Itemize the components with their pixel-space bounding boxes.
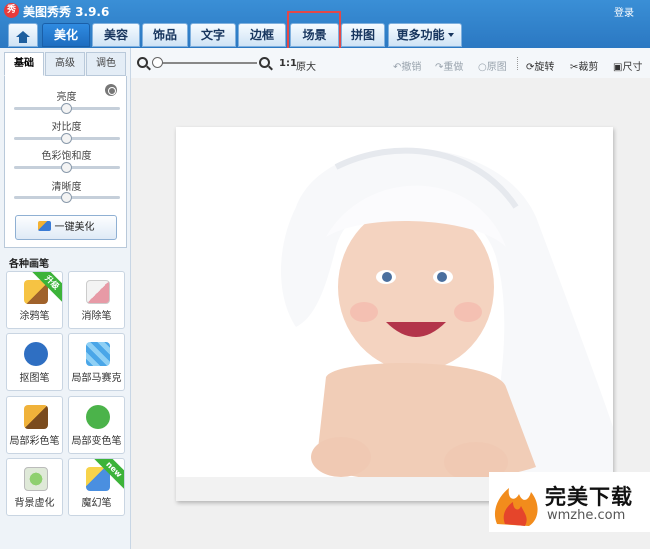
site-watermark: 完美下载 wmzhe.com [489, 472, 650, 532]
redo-button[interactable]: ↷重做 [435, 58, 463, 73]
undo-label: 撤销 [401, 62, 422, 73]
one-key-beautify-button[interactable]: 一键美化 [15, 215, 117, 240]
brush-mosaic[interactable]: 局部马赛克 [68, 333, 125, 391]
brightness-label: 亮度 [56, 92, 77, 103]
home-icon [16, 31, 30, 43]
rotate-label: 旋转 [534, 62, 555, 73]
scene-tab-highlight-box [287, 11, 341, 53]
brush-label: 局部彩色笔 [9, 436, 60, 447]
tab-home[interactable] [8, 23, 38, 47]
edited-photo [176, 127, 613, 501]
toolbar-divider [517, 57, 518, 70]
contrast-label: 对比度 [51, 122, 82, 133]
zoom-slider[interactable] [157, 62, 257, 64]
slider-knob[interactable] [61, 192, 72, 203]
brush-background-blur[interactable]: 背景虚化 [6, 458, 63, 516]
background-blur-icon [24, 467, 48, 491]
zoom-in-icon[interactable] [259, 57, 270, 68]
saturation-label: 色彩饱和度 [41, 151, 92, 162]
app-logo-icon: 秀 [4, 3, 19, 18]
original-image-button[interactable]: ○原图 [478, 58, 507, 73]
resize-button[interactable]: ▣尺寸 [613, 58, 642, 73]
slider-knob[interactable] [61, 162, 72, 173]
tab-more-functions[interactable]: 更多功能 [388, 23, 462, 47]
basic-adjust-panel: 亮度 对比度 色彩饱和度 清晰度 一键美化 [4, 76, 127, 248]
eraser-icon [86, 280, 110, 304]
original-image-icon: ○ [478, 62, 487, 73]
contrast-slider[interactable] [14, 133, 120, 144]
cutout-pen-icon [24, 342, 48, 366]
magic-wand-icon [37, 221, 51, 231]
brush-label: 局部马赛克 [71, 373, 122, 384]
tab-beautify[interactable]: 美化 [42, 23, 90, 47]
original-size-button[interactable]: 原大 [296, 58, 316, 73]
subtab-advanced[interactable]: 高级 [45, 52, 85, 76]
subtab-color[interactable]: 调色 [86, 52, 126, 76]
subtab-bar: 基础 高级 调色 [4, 52, 127, 76]
brightness-slider[interactable] [14, 103, 120, 114]
app-title: 美图秀秀 3.9.6 [23, 5, 110, 19]
ratio-label[interactable]: 1:1 [279, 58, 297, 69]
rotate-button[interactable]: ⟳旋转 [526, 58, 554, 73]
redo-label: 重做 [443, 62, 464, 73]
login-link[interactable]: 登录 [614, 4, 634, 19]
brushes-section-title: 各种画笔 [9, 259, 49, 270]
watermark-url: wmzhe.com [547, 508, 626, 523]
brush-label: 魔幻笔 [81, 498, 112, 509]
tab-more-label: 更多功能 [396, 28, 445, 42]
tab-frame[interactable]: 边框 [238, 23, 286, 47]
baby-photo [176, 147, 613, 501]
image-toolbar: 1:1 原大 ↶撤销 ↷重做 ○原图 ⟳旋转 ✂裁剪 ▣尺寸 [131, 48, 650, 78]
original-image-label: 原图 [486, 62, 507, 73]
watermark-name: 完美下载 [545, 485, 633, 509]
tab-accessories[interactable]: 饰品 [142, 23, 188, 47]
brush-label: 抠图笔 [19, 373, 50, 384]
crop-button[interactable]: ✂裁剪 [570, 58, 598, 73]
slider-knob[interactable] [61, 103, 72, 114]
zoom-out-icon[interactable] [137, 57, 148, 68]
brush-eraser[interactable]: 消除笔 [68, 271, 125, 329]
brush-label: 涂鸦笔 [19, 311, 50, 322]
paint-brush-icon [24, 405, 48, 429]
one-key-label: 一键美化 [54, 222, 95, 233]
brush-doodle[interactable]: 升级 涂鸦笔 [6, 271, 63, 329]
slider-knob[interactable] [61, 133, 72, 144]
crop-label: 裁剪 [578, 62, 599, 73]
tab-collage[interactable]: 拼图 [341, 23, 385, 47]
brush-cutout[interactable]: 抠图笔 [6, 333, 63, 391]
mosaic-icon [86, 342, 110, 366]
sharpness-slider[interactable] [14, 192, 120, 203]
brush-recolor[interactable]: 局部变色笔 [68, 396, 125, 454]
brush-label: 消除笔 [81, 311, 112, 322]
brush-magic[interactable]: new 魔幻笔 [68, 458, 125, 516]
brush-label: 背景虚化 [14, 498, 55, 509]
subtab-basic[interactable]: 基础 [4, 52, 44, 76]
flame-logo-icon [494, 488, 538, 526]
chevron-down-icon [447, 33, 454, 37]
undo-button[interactable]: ↶撤销 [393, 58, 421, 73]
tab-beauty[interactable]: 美容 [92, 23, 140, 47]
brush-label: 局部变色笔 [71, 436, 122, 447]
tab-text[interactable]: 文字 [190, 23, 236, 47]
saturation-slider[interactable] [14, 162, 120, 173]
recolor-bucket-icon [86, 405, 110, 429]
left-panel: 基础 高级 调色 亮度 对比度 色彩饱和度 清晰度 一键美化 各种画笔 升级 涂… [0, 48, 131, 549]
brush-local-color[interactable]: 局部彩色笔 [6, 396, 63, 454]
zoom-slider-knob[interactable] [152, 57, 163, 68]
sharpness-label: 清晰度 [51, 182, 82, 193]
resize-label: 尺寸 [622, 62, 643, 73]
